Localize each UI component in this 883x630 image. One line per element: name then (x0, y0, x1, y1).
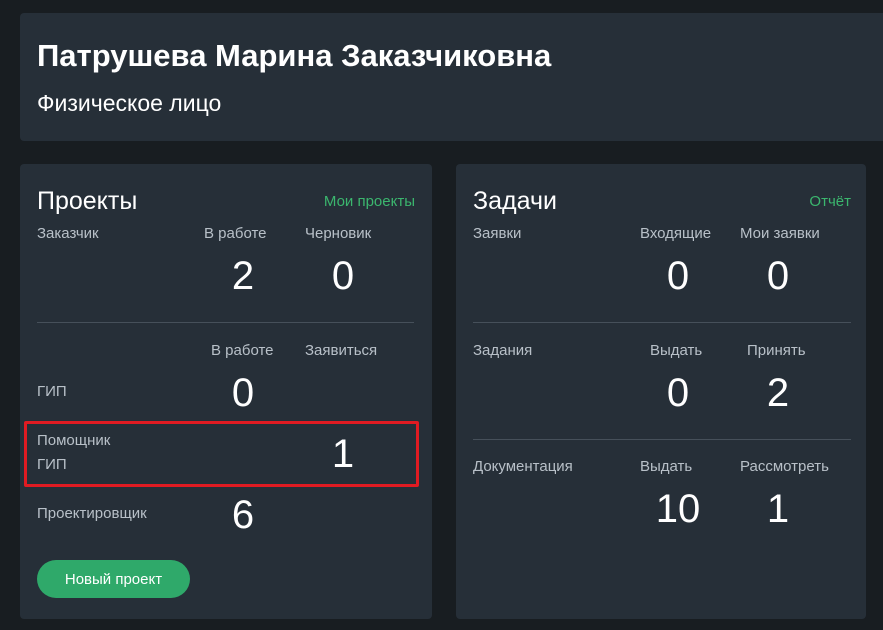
roles-in-work-header: В работе (211, 342, 274, 359)
projects-title: Проекты (37, 187, 138, 215)
documentation-label: Документация (473, 458, 573, 475)
assignments-accept-count[interactable]: 2 (738, 371, 818, 415)
role-designer-label: Проектировщик (37, 505, 147, 522)
assignments-accept-header: Принять (747, 342, 806, 359)
requests-label: Заявки (473, 225, 522, 242)
role-gip-label: ГИП (37, 383, 67, 400)
assignments-label: Задания (473, 342, 533, 359)
documentation-review-count[interactable]: 1 (738, 487, 818, 531)
roles-apply-header: Заявиться (305, 342, 378, 359)
new-project-button[interactable]: Новый проект (37, 560, 190, 598)
user-header-card: Патрушева Марина Заказчиковна Физическое… (20, 13, 883, 141)
my-projects-link[interactable]: Мои проекты (324, 193, 415, 211)
documentation-review-header: Рассмотреть (740, 458, 829, 475)
customer-draft-header: Черновик (305, 225, 372, 242)
assignments-issue-header: Выдать (650, 342, 703, 359)
projects-card: Проекты Мои проекты Заказчик В работе Че… (20, 164, 432, 619)
requests-incoming-header: Входящие (640, 225, 712, 242)
documentation-issue-header: Выдать (640, 458, 693, 475)
report-link[interactable]: Отчёт (809, 193, 851, 211)
customer-in-work-count[interactable]: 2 (203, 254, 283, 298)
requests-mine-count[interactable]: 0 (738, 254, 818, 298)
customer-draft-count[interactable]: 0 (303, 254, 383, 298)
user-type: Физическое лицо (37, 90, 222, 116)
highlight-frame (24, 421, 419, 487)
role-gip-in-work-count[interactable]: 0 (203, 371, 283, 415)
customer-label: Заказчик (37, 225, 99, 242)
requests-mine-header: Мои заявки (740, 225, 820, 242)
assignments-issue-count[interactable]: 0 (638, 371, 718, 415)
tasks-title: Задачи (473, 187, 557, 215)
tasks-card: Задачи Отчёт Заявки Входящие Мои заявки … (456, 164, 866, 619)
requests-incoming-count[interactable]: 0 (638, 254, 718, 298)
user-name: Патрушева Марина Заказчиковна (37, 38, 552, 73)
customer-in-work-header: В работе (204, 225, 267, 242)
tasks-divider-1 (473, 322, 851, 323)
role-designer-in-work-count[interactable]: 6 (203, 493, 283, 537)
tasks-divider-2 (473, 439, 851, 440)
projects-divider (37, 322, 414, 323)
documentation-issue-count[interactable]: 10 (638, 487, 718, 531)
